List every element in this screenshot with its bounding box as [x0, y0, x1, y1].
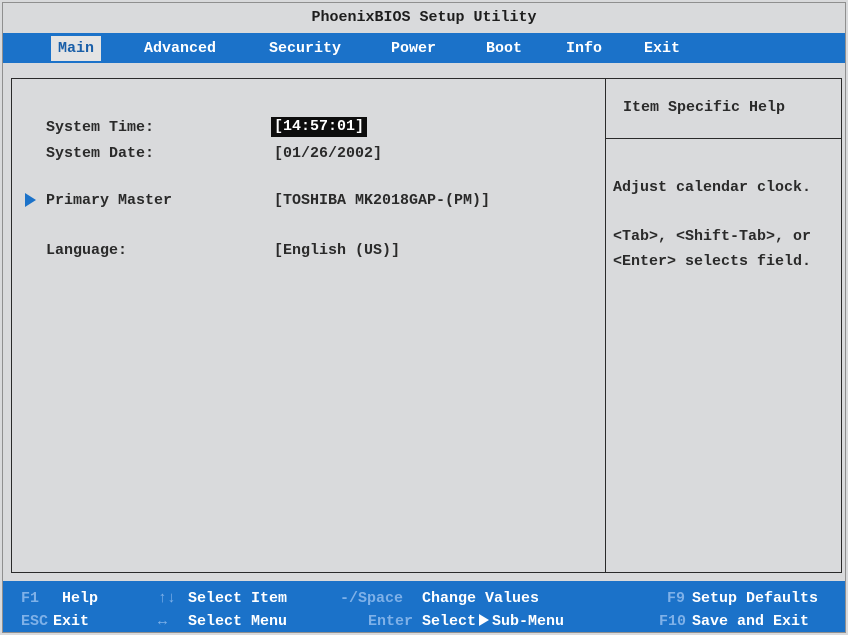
help-divider — [605, 79, 606, 572]
enter-key: Enter — [368, 613, 414, 630]
system-date-label: System Date: — [46, 145, 155, 162]
tab-security[interactable]: Security — [262, 36, 348, 61]
tab-advanced[interactable]: Advanced — [137, 36, 223, 61]
tab-boot[interactable]: Boot — [479, 36, 529, 61]
esc-desc: Exit — [53, 613, 90, 630]
tab-exit[interactable]: Exit — [637, 36, 687, 61]
help-line-2: <Tab>, <Shift-Tab>, or — [613, 228, 812, 245]
updown-key: ↑↓ — [158, 590, 177, 607]
app-title: PhoenixBIOS Setup Utility — [311, 9, 537, 26]
main-panel: System Time: [14:57:01] System Date: [01… — [11, 78, 842, 573]
help-title: Item Specific Help — [623, 99, 786, 116]
f9-desc: Setup Defaults — [692, 590, 819, 607]
tab-info[interactable]: Info — [559, 36, 609, 61]
f10-desc: Save and Exit — [692, 613, 810, 630]
leftright-desc: Select Menu — [188, 613, 288, 630]
submenu-arrow-icon — [479, 614, 490, 626]
tab-main[interactable]: Main — [51, 36, 102, 61]
system-time-field[interactable]: [14:57:01] — [271, 117, 368, 137]
bios-screen: PhoenixBIOS Setup Utility Main Advanced … — [2, 2, 846, 633]
enter-desc-select: Select — [422, 613, 477, 630]
leftright-key: ↔ — [158, 613, 168, 630]
f9-key: F9 — [667, 590, 686, 607]
primary-master-label[interactable]: Primary Master — [46, 192, 172, 209]
help-line-3: <Enter> selects field. — [613, 253, 812, 270]
menu-bar: Main Advanced Security Power Boot Info E… — [3, 33, 845, 63]
space-desc: Change Values — [422, 590, 540, 607]
tab-power[interactable]: Power — [384, 36, 443, 61]
help-line-1: Adjust calendar clock. — [613, 179, 812, 196]
enter-desc: Select Sub-Menu — [422, 613, 564, 630]
language-label: Language: — [46, 242, 128, 259]
system-time-label: System Time: — [46, 119, 155, 136]
f10-key: F10 — [659, 613, 687, 630]
submenu-arrow-icon — [25, 193, 36, 207]
esc-key: ESC — [21, 613, 49, 630]
f1-desc: Help — [62, 590, 99, 607]
enter-desc-submenu: Sub-Menu — [492, 613, 565, 630]
updown-desc: Select Item — [188, 590, 288, 607]
space-key: -/Space — [340, 590, 404, 607]
key-help-bar: F1 Help ↑↓ Select Item -/Space Change Va… — [3, 581, 845, 632]
language-field[interactable]: [English (US)] — [274, 242, 400, 259]
f1-key: F1 — [21, 590, 40, 607]
system-date-field[interactable]: [01/26/2002] — [274, 145, 382, 162]
help-title-rule — [606, 138, 841, 139]
primary-master-value[interactable]: [TOSHIBA MK2018GAP-(PM)] — [274, 192, 490, 209]
